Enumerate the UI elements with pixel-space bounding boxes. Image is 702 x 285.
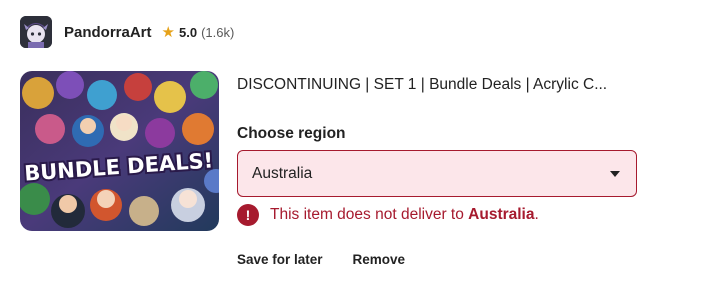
- error-message-suffix: .: [534, 206, 539, 223]
- shop-header: PandorraArt ★ 5.0 (1.6k): [20, 15, 234, 49]
- shop-rating: ★ 5.0 (1.6k): [162, 23, 235, 41]
- alert-icon: !: [237, 204, 259, 226]
- remove-button[interactable]: Remove: [353, 252, 406, 267]
- region-select[interactable]: Australia: [237, 150, 637, 197]
- product-thumbnail-art: BUNDLE DEALS!: [20, 71, 219, 231]
- rating-score: 5.0: [178, 24, 198, 40]
- shop-avatar[interactable]: [20, 16, 52, 48]
- product-title[interactable]: DISCONTINUING | SET 1 | Bundle Deals | A…: [237, 76, 607, 94]
- star-icon: ★: [161, 24, 175, 41]
- item-actions: Save for later Remove: [237, 252, 405, 267]
- product-image[interactable]: BUNDLE DEALS!: [20, 71, 219, 231]
- avatar-illustration: [20, 16, 52, 48]
- caret-down-icon: [610, 170, 620, 177]
- error-message-prefix: This item does not deliver to: [270, 206, 469, 223]
- delivery-error: ! This item does not deliver to Australi…: [237, 204, 539, 226]
- review-count: (1.6k): [201, 24, 235, 40]
- delivery-error-message: This item does not deliver to Australia.: [270, 206, 539, 224]
- error-message-region: Australia: [468, 206, 535, 223]
- region-select-value: Australia: [252, 164, 313, 182]
- choose-region-label: Choose region: [237, 125, 346, 142]
- save-for-later-button[interactable]: Save for later: [237, 252, 323, 267]
- shop-name[interactable]: PandorraArt: [64, 24, 152, 41]
